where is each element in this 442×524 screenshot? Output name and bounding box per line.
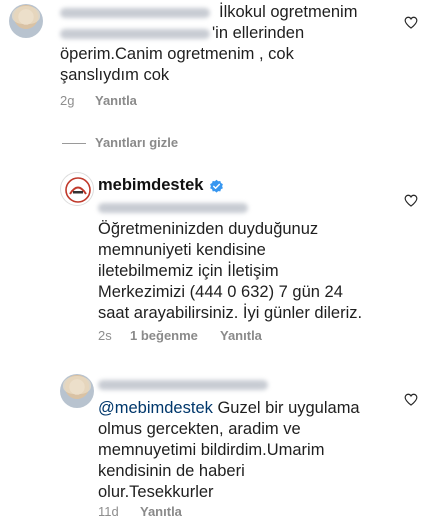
reply-text-line: kendisinin de haberi: [98, 462, 245, 480]
comment-text-line-1: İlkokul ogretmenim: [219, 3, 358, 21]
like-heart-icon[interactable]: [404, 393, 418, 406]
likes-count[interactable]: 1 beğenme: [130, 328, 198, 343]
like-heart-icon[interactable]: [404, 194, 418, 207]
meb-logo-icon: [65, 177, 91, 203]
verified-badge-icon: [210, 179, 223, 193]
reply-username[interactable]: mebimdestek: [98, 176, 203, 195]
blurred-mention: [60, 29, 210, 39]
reply-text: Guzel bir uygulama: [212, 399, 360, 417]
mebimdestek-avatar[interactable]: [60, 172, 94, 206]
blurred-username: [98, 380, 268, 390]
reply-text-line: memnuyetimi bildirdim.Umarim: [98, 441, 325, 459]
reply-text-line: olmus gercekten, aradim ve: [98, 420, 301, 438]
reply-button[interactable]: Yanıtla: [220, 328, 262, 343]
comment-text-line-3: öperim.Canim ogretmenim , cok: [60, 45, 294, 63]
reply-text-line: saat arayabilirsiniz. İyi günler dileriz…: [98, 304, 363, 322]
blurred-username: [60, 8, 210, 18]
reply-text-line: iletebilmemiz için İletişim: [98, 262, 279, 280]
comment-time: 2g: [60, 93, 75, 108]
reply-text-line: Merkezimizi (444 0 632) 7 gün 24: [98, 283, 343, 301]
like-heart-icon[interactable]: [404, 16, 418, 29]
hide-replies-button[interactable]: Yanıtları gizle: [95, 135, 178, 150]
reply-text-line: Öğretmeninizden duyduğunuz: [98, 220, 319, 238]
reply-button[interactable]: Yanıtla: [95, 93, 137, 108]
reply-text-line-1: @mebimdestek Guzel bir uygulama: [98, 398, 360, 419]
reply-text-line: memnuniyeti kendisine: [98, 241, 266, 259]
commenter-avatar[interactable]: [60, 374, 94, 408]
reply-time: 2s: [98, 328, 112, 343]
comment-text-line-2: 'in ellerinden: [212, 24, 305, 42]
commenter-avatar[interactable]: [9, 4, 43, 38]
blurred-mention: [98, 203, 248, 213]
mention-link[interactable]: @mebimdestek: [98, 399, 213, 417]
reply-text-line: olur.Tesekkurler: [98, 483, 214, 501]
reply-time: 11d: [98, 504, 119, 519]
reply-button[interactable]: Yanıtla: [140, 504, 182, 519]
comment-text-line-4: şanslıydım cok: [60, 66, 170, 84]
replies-divider: [62, 143, 86, 144]
